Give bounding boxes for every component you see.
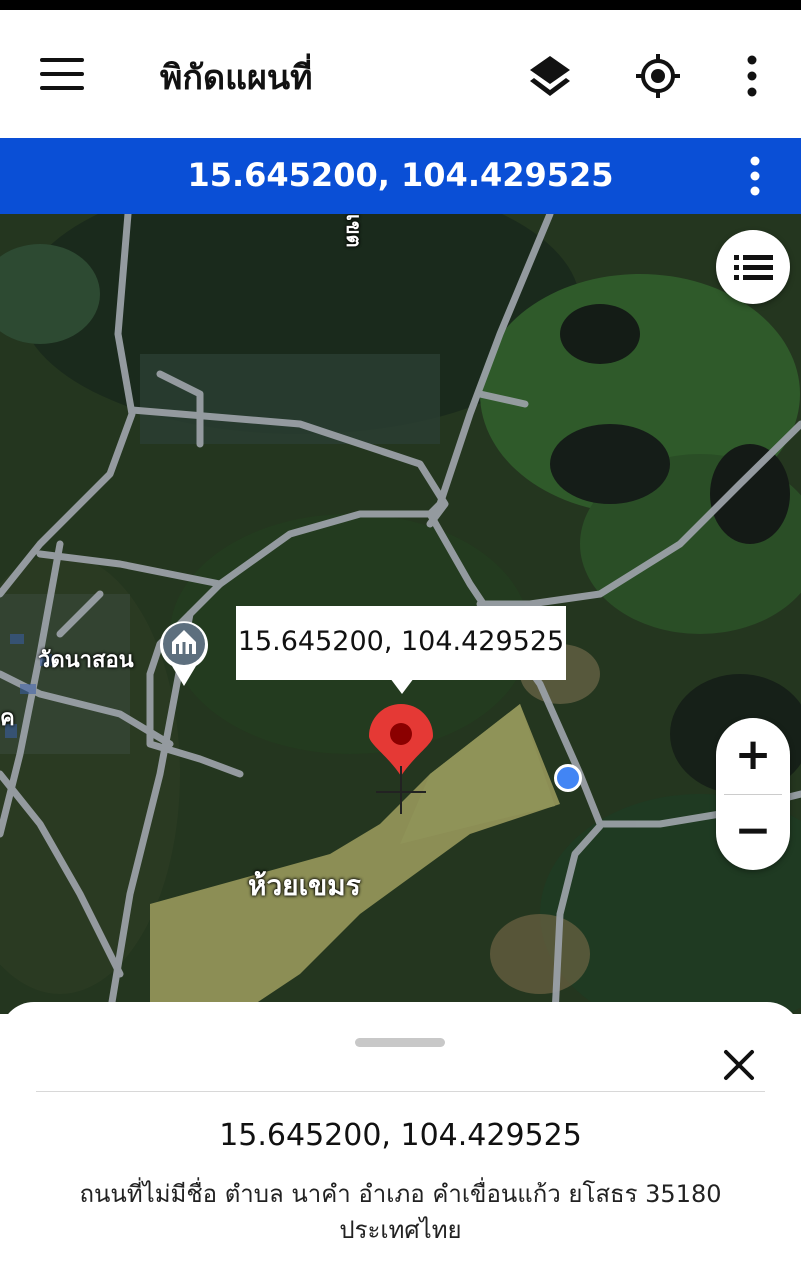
bottom-sheet: 15.645200, 104.429525 ถนนที่ไม่มีชื่อ ตำ…	[0, 1002, 801, 1280]
drag-handle[interactable]	[355, 1038, 445, 1047]
more-vert-icon[interactable]	[728, 52, 776, 100]
sheet-address: ถนนที่ไม่มีชื่อ ตำบล นาคำ อำเภอ คำเขื่อน…	[40, 1176, 761, 1248]
sheet-coordinates: 15.645200, 104.429525	[219, 1118, 582, 1153]
edge-label: ค	[0, 706, 15, 731]
list-button[interactable]	[716, 230, 790, 304]
coord-more-icon[interactable]	[747, 156, 763, 196]
map-pin-icon[interactable]	[366, 704, 436, 814]
app-bar: พิกัดแผนที่	[0, 10, 801, 138]
coordinate-text[interactable]: 15.645200, 104.429525	[0, 156, 801, 194]
status-bar	[0, 0, 801, 10]
my-location-icon[interactable]	[634, 52, 682, 100]
zoom-controls: + −	[716, 718, 790, 870]
address-line-1: ถนนที่ไม่มีชื่อ ตำบล นาคำ อำเภอ คำเขื่อน…	[79, 1180, 722, 1208]
coordinate-callout[interactable]: 15.645200, 104.429525	[236, 606, 566, 694]
list-icon	[734, 255, 773, 280]
sheet-divider	[36, 1091, 765, 1092]
map-view[interactable]: เขต วัดนาสอน ค ห้วยเขมร 15.645200, 104.4…	[0, 214, 801, 1014]
layers-icon[interactable]	[526, 52, 574, 100]
coordinate-bar: 15.645200, 104.429525	[0, 138, 801, 214]
current-location-dot	[554, 764, 582, 792]
app-title: พิกัดแผนที่	[160, 58, 313, 98]
road-label: เขต	[342, 214, 366, 248]
temple-label: วัดนาสอน	[38, 648, 134, 673]
temple-icon	[160, 621, 208, 686]
zoom-in-button[interactable]: +	[716, 718, 790, 794]
callout-tail	[390, 678, 414, 694]
temple-marker[interactable]	[158, 618, 210, 688]
menu-icon[interactable]	[40, 58, 84, 90]
area-label: ห้วยเขมร	[248, 869, 361, 902]
close-icon[interactable]	[718, 1044, 760, 1086]
callout-coordinates: 15.645200, 104.429525	[237, 626, 565, 657]
address-line-2: ประเทศไทย	[339, 1216, 462, 1244]
zoom-out-button[interactable]: −	[716, 794, 790, 870]
